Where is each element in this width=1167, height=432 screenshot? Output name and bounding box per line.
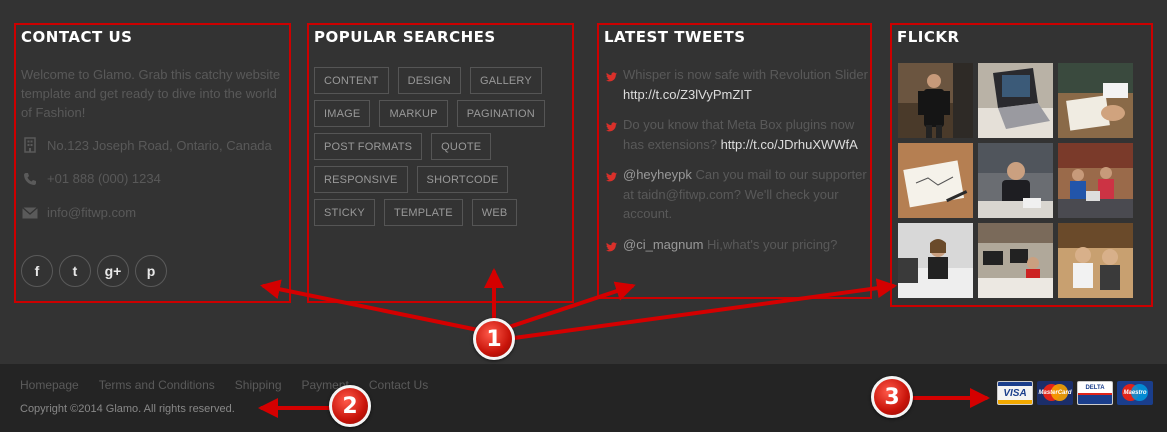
footer-nav: Homepage Terms and Conditions Shipping Paym… (20, 378, 428, 392)
contact-intro-text: Welcome to Glamo. Grab this catchy websi… (21, 67, 281, 120)
tag-markup[interactable]: MARKUP (379, 100, 448, 127)
tweet-body: Whisper is now safe with Revolution Slid… (623, 67, 868, 82)
google-plus-icon[interactable]: g+ (97, 255, 129, 287)
flickr-photo-grid (898, 63, 1133, 298)
tweet-url-link[interactable]: http://t.co/Z3lVyPmZIT (623, 87, 752, 102)
maestro-card-icon: Maestro (1117, 381, 1153, 405)
delta-card-icon: DELTA (1077, 381, 1113, 405)
tweet-item: Do you know that Meta Box plugins now ha… (606, 115, 868, 154)
mastercard-card-icon: MasterCard (1037, 381, 1073, 405)
payment-cards: VISA MasterCard DELTA Maestro (997, 381, 1153, 405)
annotation-marker-2: 2 (329, 385, 371, 427)
annotation-marker-1: 1 (473, 318, 515, 360)
copyright-text: Copyright ©2014 Glamo. All rights reserv… (20, 403, 235, 415)
twitter-bird-icon (606, 65, 623, 104)
flickr-photo-team-meeting[interactable] (1058, 143, 1133, 218)
latest-tweets-column: LATEST TWEETS Whisper is now safe with R… (597, 23, 872, 299)
tweet-list: Whisper is now safe with Revolution Slid… (606, 65, 868, 268)
contact-us-heading: CONTACT US (21, 28, 133, 46)
site-footer: Homepage Terms and Conditions Shipping Paym… (0, 364, 1167, 432)
tag-cloud: CONTENT DESIGN GALLERY IMAGE MARKUP PAGINATIO… (314, 67, 572, 226)
twitter-bird-icon (606, 115, 623, 154)
contact-us-column: CONTACT US Welcome to Glamo. Grab this c… (14, 23, 291, 303)
tweet-mention-link[interactable]: @ci_magnum (623, 237, 703, 252)
popular-searches-heading: POPULAR SEARCHES (314, 28, 496, 46)
address-text: No.123 Joseph Road, Ontario, Canada (47, 137, 272, 153)
tag-template[interactable]: TEMPLATE (383, 199, 463, 226)
phone-text: +01 888 (000) 1234 (47, 171, 161, 186)
tweet-item: Whisper is now safe with Revolution Slid… (606, 65, 868, 104)
flickr-photo-man-standing[interactable] (898, 63, 973, 138)
flickr-photo-office-desks[interactable] (978, 223, 1053, 298)
envelope-icon (21, 206, 39, 219)
flickr-photo-man-at-desk[interactable] (978, 143, 1053, 218)
tweet-body: Hi,what's your pricing? (703, 236, 838, 252)
tweet-text: Do you know that Meta Box plugins now ha… (623, 115, 868, 154)
footer-link-contact-us[interactable]: Contact Us (369, 378, 428, 392)
footer-link-shipping[interactable]: Shipping (235, 378, 282, 392)
tag-web[interactable]: WEB (471, 199, 518, 226)
social-links: f t g+ p (21, 255, 167, 287)
building-icon (21, 137, 39, 153)
flickr-photo-office-women[interactable] (898, 223, 973, 298)
facebook-icon[interactable]: f (21, 255, 53, 287)
tag-content[interactable]: CONTENT (314, 67, 389, 94)
twitter-bird-icon (606, 165, 623, 224)
flickr-column: FLICKR (890, 23, 1153, 307)
tweet-text: @heyheypk Can you mail to our supporter … (623, 165, 868, 224)
annotation-marker-3: 3 (871, 376, 913, 418)
email-row: info@fitwp.com (21, 205, 136, 220)
tag-pagination[interactable]: PAGINATION (456, 100, 545, 127)
twitter-icon[interactable]: t (59, 255, 91, 287)
tag-sticky[interactable]: STICKY (314, 199, 375, 226)
tweet-text: Whisper is now safe with Revolution Slid… (623, 65, 868, 104)
footer-link-homepage[interactable]: Homepage (20, 378, 79, 392)
tag-design[interactable]: DESIGN (397, 67, 461, 94)
phone-icon (21, 172, 39, 186)
tweet-url-link[interactable]: http://t.co/JDrhuXWWfA (721, 137, 858, 152)
address-row: No.123 Joseph Road, Ontario, Canada (21, 137, 272, 153)
email-link[interactable]: info@fitwp.com (47, 205, 136, 220)
pinterest-icon[interactable]: p (135, 255, 167, 287)
flickr-photo-writing-desk[interactable] (1058, 63, 1133, 138)
flickr-heading: FLICKR (897, 28, 960, 46)
tag-responsive[interactable]: RESPONSIVE (314, 166, 408, 193)
tag-image[interactable]: IMAGE (314, 100, 371, 127)
tweet-item: @heyheypk Can you mail to our supporter … (606, 165, 868, 224)
footer-link-terms-and-conditions[interactable]: Terms and Conditions (99, 378, 215, 392)
visa-card-icon: VISA (997, 381, 1033, 405)
tag-shortcode[interactable]: SHORTCODE (416, 166, 509, 193)
latest-tweets-heading: LATEST TWEETS (604, 28, 746, 46)
tweet-text: @ci_magnum Hi,what's your pricing? (623, 235, 837, 258)
flickr-photo-notebook-sketch[interactable] (898, 143, 973, 218)
tag-post-formats[interactable]: POST FORMATS (314, 133, 423, 160)
flickr-photo-smiling-group[interactable] (1058, 223, 1133, 298)
tweet-mention-link[interactable]: @heyheypk (623, 167, 692, 182)
twitter-bird-icon (606, 235, 623, 258)
flickr-photo-laptop-desk[interactable] (978, 63, 1053, 138)
tweet-item: @ci_magnum Hi,what's your pricing? (606, 235, 868, 258)
tag-gallery[interactable]: GALLERY (469, 67, 542, 94)
popular-searches-column: POPULAR SEARCHES CONTENT DESIGN GALLERY IMA… (307, 23, 574, 303)
phone-row: +01 888 (000) 1234 (21, 171, 161, 186)
tag-quote[interactable]: QUOTE (431, 133, 492, 160)
